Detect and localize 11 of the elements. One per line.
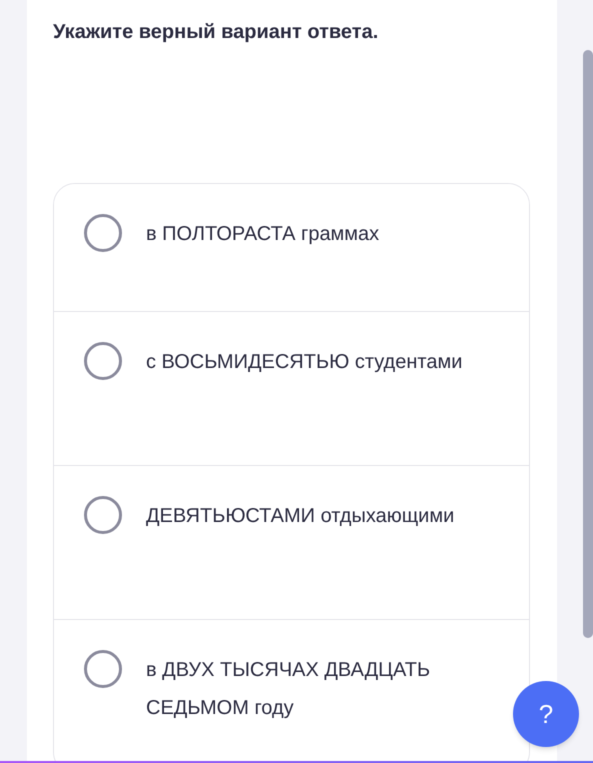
radio-button[interactable] [84, 342, 122, 380]
radio-button[interactable] [84, 496, 122, 534]
radio-button[interactable] [84, 650, 122, 688]
scrollbar-thumb[interactable] [583, 50, 593, 638]
answer-text: в ДВУХ ТЫСЯЧАХ ДВАДЦАТЬ СЕДЬМОМ году [146, 658, 432, 721]
answer-text: ДЕВЯТЬЮСТАМИ отдыхающими [146, 504, 454, 529]
answer-text: с ВОСЬМИДЕСЯТЬЮ студентами [146, 350, 462, 375]
answer-text: в ПОЛТОРАСТА граммах [146, 222, 380, 247]
answer-option[interactable]: в ДВУХ ТЫСЯЧАХ ДВАДЦАТЬ СЕДЬМОМ году [54, 619, 529, 763]
radio-button[interactable] [84, 214, 122, 252]
question-text: Укажите верный вариант ответа. [53, 20, 380, 45]
